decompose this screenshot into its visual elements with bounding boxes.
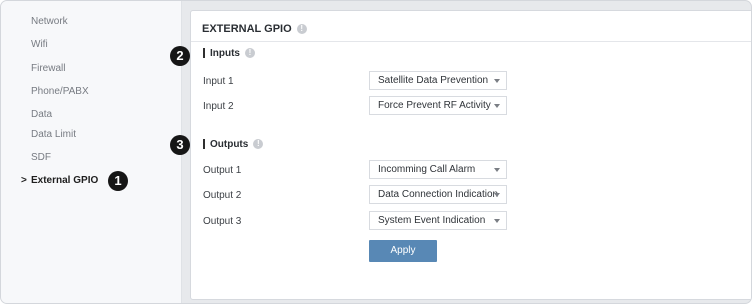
output-3-select[interactable]: System Event Indication [369, 211, 507, 230]
external-gpio-panel: EXTERNAL GPIO! Inputs! Input 1 Satellite… [190, 10, 751, 300]
input-1-value: Satellite Data Prevention [378, 75, 489, 86]
output-1-select[interactable]: Incomming Call Alarm [369, 160, 507, 179]
input-2-label: Input 2 [203, 101, 234, 112]
apply-button[interactable]: Apply [369, 240, 437, 262]
output-1-label: Output 1 [203, 165, 242, 176]
sidebar-item-phone-pabx[interactable]: Phone/PABX [31, 86, 89, 97]
output-2-label: Output 2 [203, 190, 242, 201]
info-icon[interactable]: ! [245, 48, 255, 59]
page-title-text: EXTERNAL GPIO [202, 23, 292, 35]
callout-badge-2: 2 [170, 46, 190, 66]
caret-down-icon [494, 104, 500, 108]
output-2-select[interactable]: Data Connection Indication [369, 185, 507, 204]
sidebar-item-data[interactable]: Data [31, 109, 52, 120]
info-icon[interactable]: ! [253, 139, 264, 150]
output-1-value: Incomming Call Alarm [378, 164, 476, 175]
callout-badge-1: 1 [108, 171, 128, 191]
app-window: Network Wifi Firewall Phone/PABX Data Da… [0, 0, 752, 304]
caret-down-icon [494, 79, 500, 83]
caret-down-icon [494, 193, 500, 197]
caret-down-icon [494, 168, 500, 172]
input-2-select[interactable]: Force Prevent RF Activity [369, 96, 507, 115]
panel-header: EXTERNAL GPIO! [191, 11, 751, 42]
output-3-value: System Event Indication [378, 215, 486, 226]
input-1-label: Input 1 [203, 76, 234, 87]
inputs-section-heading: Inputs! [203, 48, 255, 59]
sidebar-item-firewall[interactable]: Firewall [31, 63, 65, 74]
outputs-section-heading: Outputs! [203, 139, 264, 150]
input-1-select[interactable]: Satellite Data Prevention [369, 71, 507, 90]
sidebar: Network Wifi Firewall Phone/PABX Data Da… [1, 1, 182, 303]
sidebar-item-sdf[interactable]: SDF [31, 152, 51, 163]
callout-badge-3: 3 [170, 135, 190, 155]
sidebar-item-wifi[interactable]: Wifi [31, 39, 48, 50]
section-marker [203, 48, 205, 59]
sidebar-item-network[interactable]: Network [31, 16, 68, 27]
sidebar-item-external-gpio[interactable]: > External GPIO [21, 175, 98, 186]
info-icon[interactable]: ! [296, 24, 307, 35]
section-marker [203, 139, 205, 150]
output-3-label: Output 3 [203, 216, 242, 227]
caret-down-icon [494, 219, 500, 223]
sidebar-item-label: External GPIO [31, 175, 99, 186]
inputs-heading-text: Inputs [210, 48, 240, 59]
page-title: EXTERNAL GPIO! [202, 23, 307, 35]
chevron-right-icon: > [21, 175, 27, 186]
sidebar-item-data-limit[interactable]: Data Limit [31, 129, 76, 140]
output-2-value: Data Connection Indication [378, 189, 499, 200]
input-2-value: Force Prevent RF Activity [378, 100, 491, 111]
outputs-heading-text: Outputs [210, 139, 249, 150]
